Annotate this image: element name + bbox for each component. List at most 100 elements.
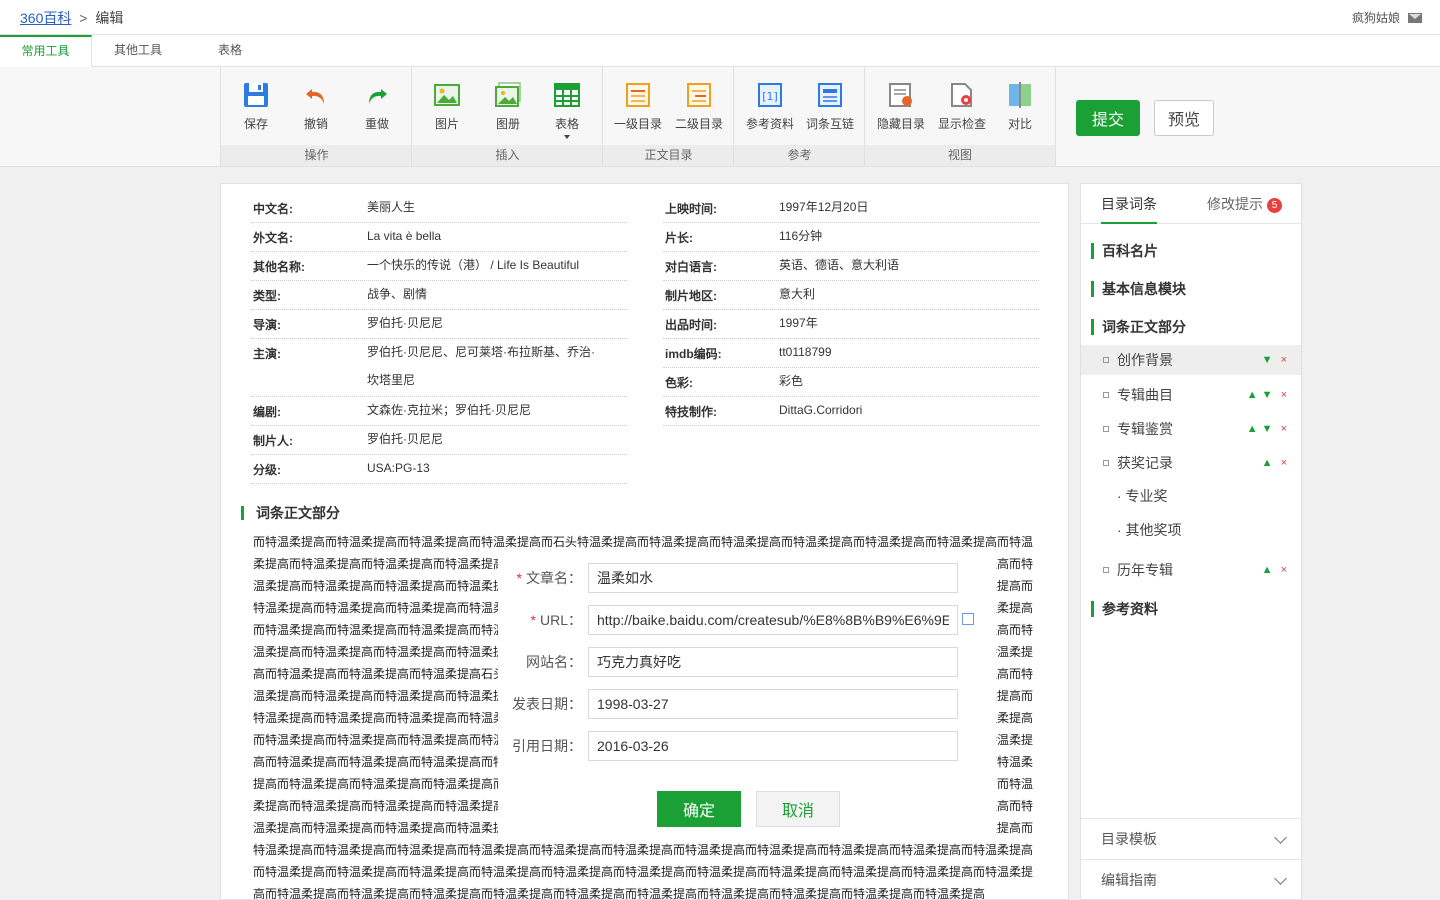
toc-l1-ref[interactable]: 参考资料	[1091, 601, 1158, 617]
reference-icon: [1]	[758, 83, 782, 107]
publish-date-input[interactable]	[588, 689, 958, 719]
show-check-icon	[951, 83, 972, 107]
external-link-icon[interactable]	[962, 613, 974, 625]
info-key: 特技制作:	[665, 405, 717, 419]
compare-button[interactable]: 对比	[992, 77, 1048, 132]
info-value[interactable]: 彩色	[779, 367, 1039, 396]
redo-button[interactable]: 重做	[349, 77, 405, 132]
toc-l1-card[interactable]: 百科名片	[1091, 243, 1158, 259]
delete-icon[interactable]: ×	[1281, 564, 1287, 576]
info-value[interactable]: 战争、剧情	[367, 280, 627, 309]
toc-template-accordion[interactable]: 目录模板	[1081, 818, 1301, 858]
info-value[interactable]: tt0118799	[779, 338, 1039, 367]
info-key: 编剧:	[253, 405, 281, 419]
info-value[interactable]: 罗伯托·贝尼尼、尼可莱塔·布拉斯基、乔治·坎塔里尼	[367, 338, 627, 396]
info-value[interactable]: 文森佐·克拉米；罗伯托·贝尼尼	[367, 396, 627, 425]
tab-common-tools[interactable]: 常用工具	[0, 35, 92, 67]
move-down-icon[interactable]: ▼	[1262, 389, 1273, 401]
tab-other-tools[interactable]: 其他工具	[92, 35, 184, 67]
toc-l2-label: 专辑鉴赏	[1117, 421, 1173, 437]
cancel-button[interactable]: 取消	[756, 791, 840, 827]
toc-l3-item[interactable]: · 专业奖	[1117, 486, 1168, 506]
info-value[interactable]: 一个快乐的传说（港） / Life Is Beautiful	[367, 251, 627, 280]
toc-l2-item[interactable]: 专辑鉴赏 ▲ ▼ ×	[1081, 414, 1301, 444]
info-row: 出品时间: 1997年	[663, 310, 1039, 339]
toc-l2-item[interactable]: 历年专辑 ▲ ×	[1081, 555, 1301, 585]
breadcrumb-current: 编辑	[95, 10, 124, 26]
toc-l1-basic[interactable]: 基本信息模块	[1091, 281, 1186, 297]
info-value[interactable]: 意大利	[779, 280, 1039, 309]
info-key: 制片人:	[253, 434, 293, 448]
edit-guide-accordion[interactable]: 编辑指南	[1081, 859, 1301, 899]
info-value[interactable]: 116分钟	[779, 222, 1039, 251]
article-name-input[interactable]	[588, 563, 958, 593]
move-down-icon[interactable]: ▼	[1262, 354, 1273, 366]
move-up-icon[interactable]: ▲	[1247, 423, 1258, 435]
submit-button[interactable]: 提交	[1076, 100, 1140, 136]
info-row: 制片人: 罗伯托·贝尼尼	[251, 426, 627, 455]
info-value[interactable]: DittaG.Corridori	[779, 396, 1039, 425]
info-row: 色彩: 彩色	[663, 368, 1039, 397]
delete-icon[interactable]: ×	[1281, 354, 1287, 366]
confirm-button[interactable]: 确定	[657, 791, 741, 827]
move-up-icon[interactable]: ▲	[1262, 564, 1273, 576]
preview-button[interactable]: 预览	[1154, 100, 1214, 136]
cite-date-input[interactable]	[588, 731, 958, 761]
heading-level2-button[interactable]: 二级目录	[671, 77, 727, 132]
field-article-name: * 文章名：	[498, 563, 996, 593]
table-icon	[554, 83, 580, 107]
site-name-input[interactable]	[588, 647, 958, 677]
info-row: 编剧: 文森佐·克拉米；罗伯托·贝尼尼	[251, 397, 627, 426]
interlink-button[interactable]: 词条互链	[802, 77, 858, 132]
delete-icon[interactable]: ×	[1281, 423, 1287, 435]
heading-level1-button[interactable]: 一级目录	[610, 77, 666, 132]
tab-table[interactable]: 表格	[184, 35, 276, 67]
url-input[interactable]	[588, 605, 958, 635]
info-value[interactable]: 英语、德语、意大利语	[779, 251, 1039, 280]
insert-table-button[interactable]: 表格	[539, 77, 595, 139]
move-up-icon[interactable]: ▲	[1262, 457, 1273, 469]
info-value[interactable]: 美丽人生	[367, 193, 627, 222]
username-link[interactable]: 疯狗姑娘	[1352, 9, 1400, 26]
redo-icon	[369, 89, 387, 104]
toc-l3-item[interactable]: · 其他奖项	[1117, 520, 1182, 540]
toc-l2-item[interactable]: 创作背景 ▼ ×	[1081, 345, 1301, 375]
info-row: 片长: 116分钟	[663, 223, 1039, 252]
move-up-icon[interactable]: ▲	[1247, 389, 1258, 401]
info-value[interactable]: La vita è bella	[367, 222, 627, 251]
toc-l2-item[interactable]: 获奖记录 ▲ ×	[1081, 448, 1301, 478]
bullet-icon	[1103, 567, 1109, 573]
info-value[interactable]: 罗伯托·贝尼尼	[367, 309, 627, 338]
insert-album-button[interactable]: 图册	[480, 77, 536, 132]
tab-edit-hints[interactable]: 修改提示 5	[1207, 194, 1282, 214]
mail-icon[interactable]	[1408, 12, 1422, 23]
right-panel-tabs: 目录词条 修改提示 5	[1081, 184, 1301, 224]
field-url: * URL：	[498, 605, 996, 635]
delete-icon[interactable]: ×	[1281, 457, 1287, 469]
info-value[interactable]: 罗伯托·贝尼尼	[367, 425, 627, 454]
tab-toc-entries[interactable]: 目录词条	[1101, 194, 1157, 224]
toc-l1-body[interactable]: 词条正文部分	[1091, 319, 1186, 335]
hide-toc-button[interactable]: 隐藏目录	[873, 77, 929, 132]
info-key: 对白语言:	[665, 260, 717, 274]
infobox-left: 中文名: 美丽人生 外文名: La vita è bella 其他名称: 一个快乐的传…	[251, 194, 627, 484]
delete-icon[interactable]: ×	[1281, 389, 1287, 401]
heading-level2-label: 二级目录	[674, 117, 723, 131]
info-value[interactable]: 1997年12月20日	[779, 193, 1039, 222]
show-check-button[interactable]: 显示检查	[934, 77, 990, 132]
group-insert-label: 插入	[412, 145, 603, 166]
undo-button[interactable]: 撤销	[288, 77, 344, 132]
user-area: 疯狗姑娘	[1352, 9, 1422, 26]
info-value[interactable]: USA:PG-13	[367, 454, 627, 483]
reference-button[interactable]: [1] 参考资料	[742, 77, 798, 132]
table-dropdown-icon[interactable]	[564, 135, 570, 139]
toc-l2-item[interactable]: 专辑曲目 ▲ ▼ ×	[1081, 380, 1301, 410]
info-key: 出品时间:	[665, 318, 717, 332]
toc-actions: ▼ ×	[1258, 345, 1287, 375]
insert-image-button[interactable]: 图片	[419, 77, 475, 132]
save-button[interactable]: 保存	[228, 77, 284, 132]
home-link[interactable]: 360百科	[20, 10, 71, 26]
info-value[interactable]: 1997年	[779, 309, 1039, 338]
move-down-icon[interactable]: ▼	[1262, 423, 1273, 435]
info-row: 对白语言: 英语、德语、意大利语	[663, 252, 1039, 281]
